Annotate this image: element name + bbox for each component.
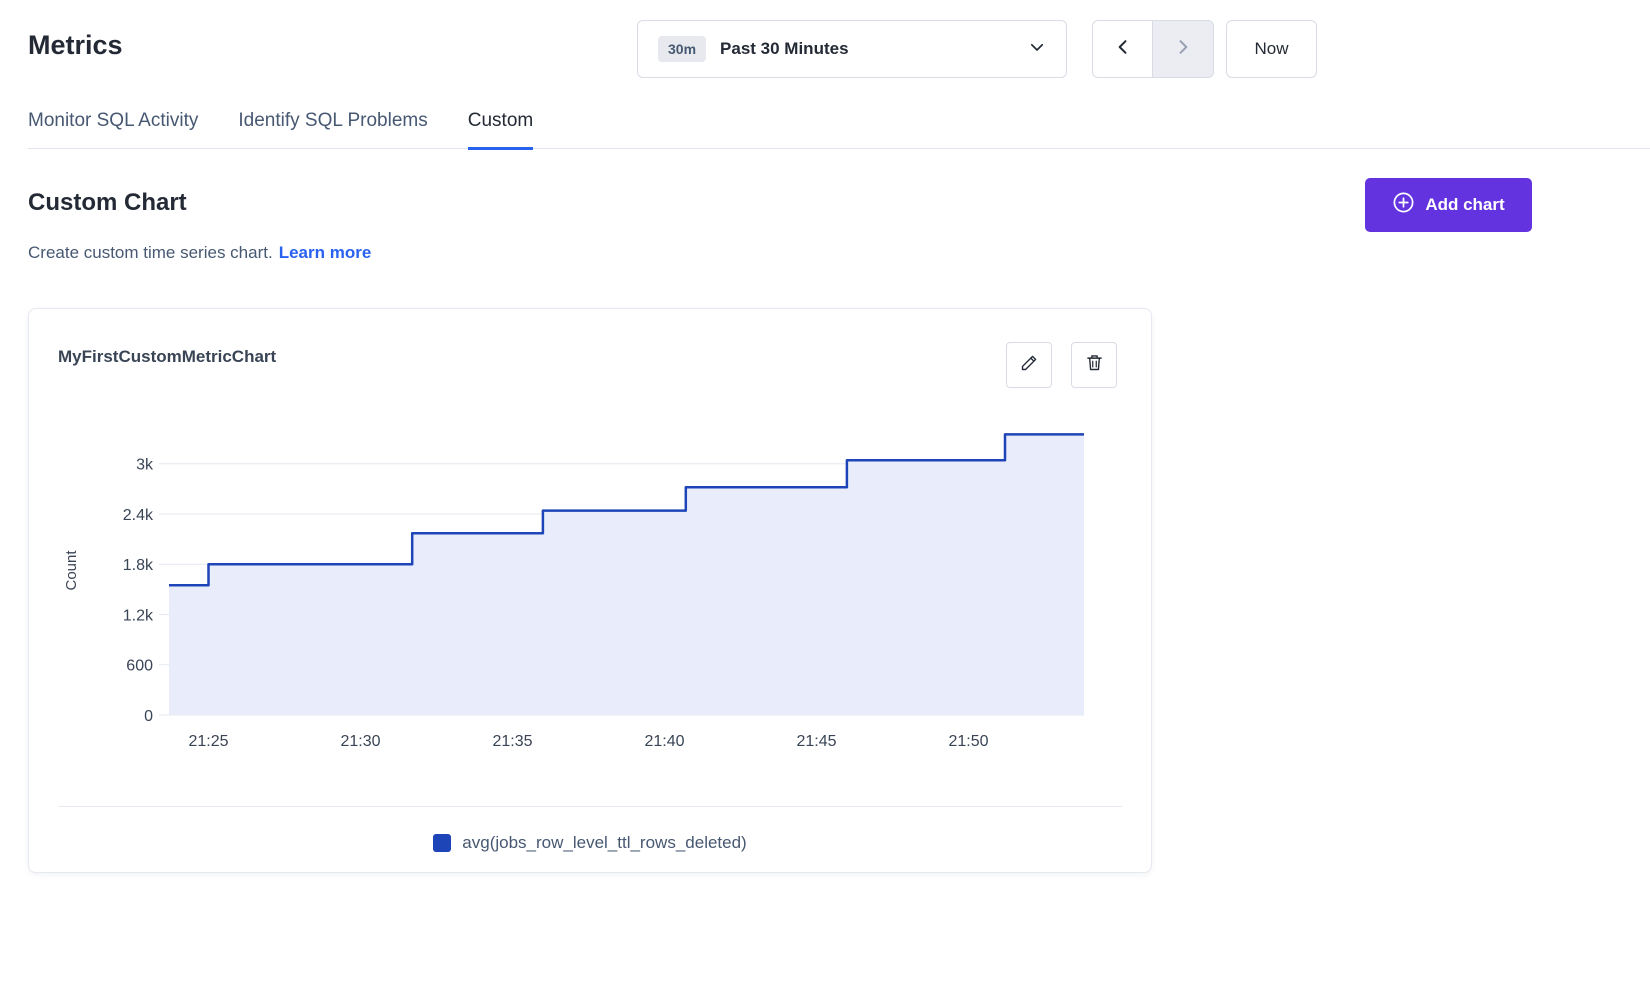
svg-text:21:30: 21:30: [340, 733, 380, 750]
time-range-label: Past 30 Minutes: [720, 39, 1014, 59]
svg-text:21:35: 21:35: [492, 733, 532, 750]
now-button[interactable]: Now: [1226, 20, 1317, 78]
svg-text:3k: 3k: [136, 457, 154, 474]
add-chart-button[interactable]: Add chart: [1365, 178, 1532, 232]
svg-text:21:50: 21:50: [948, 733, 988, 750]
plus-circle-icon: [1392, 191, 1415, 219]
svg-text:Count: Count: [63, 550, 80, 591]
svg-text:21:45: 21:45: [796, 733, 836, 750]
svg-text:0: 0: [144, 708, 153, 725]
section-description: Create custom time series chart. Learn mo…: [28, 243, 371, 263]
next-time-button[interactable]: [1153, 20, 1214, 78]
svg-text:1.8k: 1.8k: [123, 557, 154, 574]
chart-legend: avg(jobs_row_level_ttl_rows_deleted): [29, 833, 1151, 853]
time-range-selector[interactable]: 30m Past 30 Minutes: [637, 20, 1067, 78]
svg-text:600: 600: [126, 658, 153, 675]
svg-text:2.4k: 2.4k: [123, 507, 154, 524]
tab-bar: Monitor SQL Activity Identify SQL Proble…: [28, 100, 1650, 149]
time-pager: [1092, 20, 1214, 78]
time-range-badge: 30m: [658, 36, 706, 62]
tab-custom[interactable]: Custom: [468, 110, 533, 150]
tab-monitor-sql-activity[interactable]: Monitor SQL Activity: [28, 110, 198, 150]
section-title: Custom Chart: [28, 189, 187, 217]
chevron-down-icon: [1028, 38, 1046, 61]
svg-text:21:25: 21:25: [188, 733, 228, 750]
tab-identify-sql-problems[interactable]: Identify SQL Problems: [238, 110, 427, 150]
add-chart-label: Add chart: [1425, 195, 1504, 215]
chart-x-axis-labels: 21:25 21:30 21:35 21:40 21:45 21:50: [188, 733, 988, 750]
page-title: Metrics: [28, 30, 123, 61]
chevron-right-icon: [1173, 37, 1193, 62]
chart-y-axis-labels: 0 600 1.2k 1.8k 2.4k 3k Count: [63, 457, 154, 725]
chart-title: MyFirstCustomMetricChart: [58, 347, 276, 367]
edit-chart-button[interactable]: [1006, 342, 1052, 388]
trash-icon: [1084, 352, 1105, 378]
svg-text:1.2k: 1.2k: [123, 608, 154, 625]
custom-chart-card: MyFirstCustomMetricChart 0 600 1.2k 1.8k 2.4…: [28, 308, 1152, 873]
learn-more-link[interactable]: Learn more: [279, 243, 372, 262]
delete-chart-button[interactable]: [1071, 342, 1117, 388]
metrics-page: Metrics 30m Past 30 Minutes Now Monitor …: [0, 0, 1650, 982]
previous-time-button[interactable]: [1092, 20, 1153, 78]
chevron-left-icon: [1113, 37, 1133, 62]
svg-text:21:40: 21:40: [644, 733, 684, 750]
custom-chart: 06001.2k1.8k2.4k3kCount 21:2521:3021:352…: [56, 421, 1116, 766]
legend-swatch: [433, 834, 451, 852]
section-description-text: Create custom time series chart.: [28, 243, 273, 262]
chart-area-fill: [169, 434, 1084, 715]
pencil-icon: [1019, 352, 1040, 378]
card-divider: [58, 806, 1122, 807]
legend-label: avg(jobs_row_level_ttl_rows_deleted): [462, 833, 746, 853]
